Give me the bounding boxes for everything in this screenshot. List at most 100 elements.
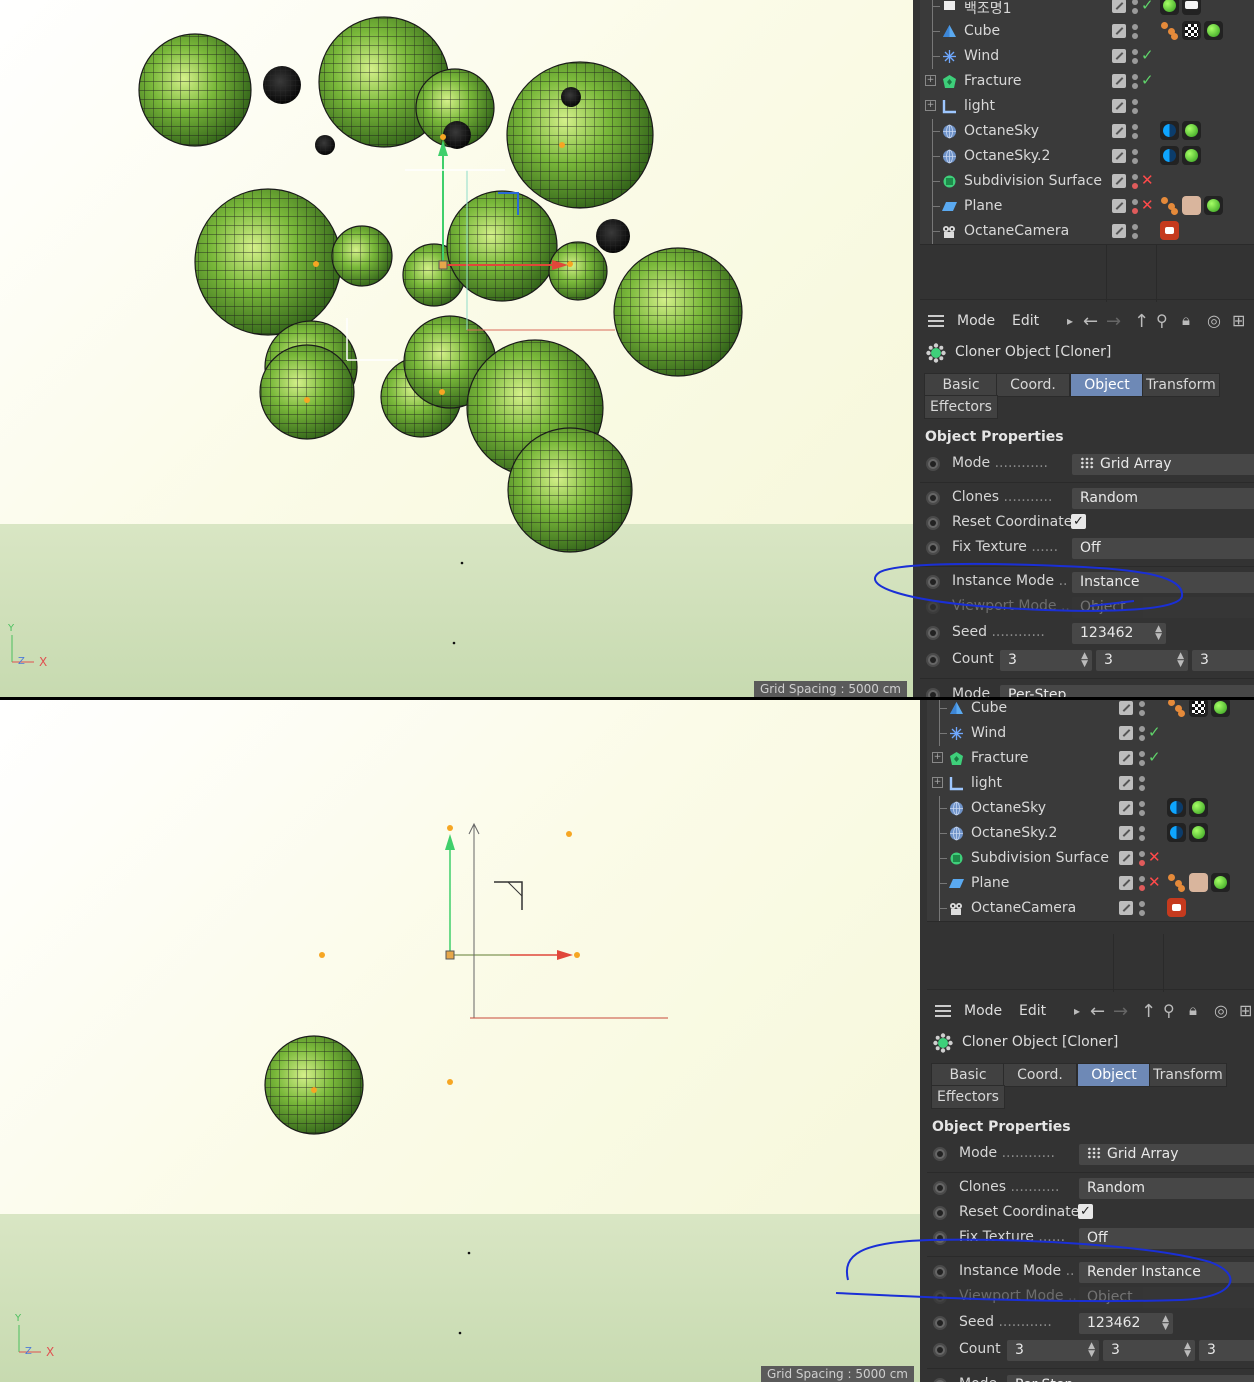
count-input-3[interactable]: 3 <box>1192 650 1254 671</box>
tab-coord[interactable]: Coord. <box>996 373 1070 397</box>
tab-transform[interactable]: Transform <box>1149 1063 1227 1087</box>
count-input-2[interactable]: 3 ▲ ▼ <box>1103 1340 1195 1361</box>
layer-edit-icon[interactable] <box>1119 801 1133 815</box>
green-material-icon[interactable] <box>1189 823 1208 842</box>
object-material-tag[interactable] <box>1167 873 1186 892</box>
enabled-check-icon[interactable]: ✓ <box>1141 46 1154 64</box>
blue-tag-icon[interactable] <box>1160 121 1179 140</box>
layer-edit-icon[interactable] <box>1112 149 1126 163</box>
object-name[interactable]: light <box>964 98 995 114</box>
object-name[interactable]: OctaneSky.2 <box>971 825 1057 841</box>
object-row[interactable]: + Fracture ✓ <box>920 69 1254 95</box>
visibility-dots-icon[interactable] <box>1132 148 1138 166</box>
layer-edit-icon[interactable] <box>1112 49 1126 63</box>
tab-effectors[interactable]: Effectors <box>931 1085 1005 1109</box>
lock-icon[interactable]: 🔒︎ <box>1182 311 1190 329</box>
animate-radio-icon[interactable] <box>933 1231 947 1245</box>
layer-edit-icon[interactable] <box>1112 124 1126 138</box>
object-name[interactable]: Fracture <box>964 73 1022 89</box>
object-name[interactable]: light <box>971 775 1002 791</box>
count-input-1[interactable]: 3 ▲ ▼ <box>1007 1340 1099 1361</box>
animate-radio-icon[interactable] <box>933 1206 947 1220</box>
layer-edit-icon[interactable] <box>1119 901 1133 915</box>
visibility-dots-icon[interactable] <box>1139 700 1145 718</box>
object-row[interactable]: OctaneSky <box>927 796 1254 822</box>
animate-radio-icon[interactable] <box>926 516 940 530</box>
object-name[interactable]: Cube <box>964 23 1000 39</box>
object-name[interactable]: 백조명1 <box>964 0 1012 18</box>
hamburger-menu-icon[interactable] <box>935 1005 951 1017</box>
animate-radio-icon[interactable] <box>933 1147 947 1161</box>
clones-dropdown[interactable]: Random <box>1072 488 1254 509</box>
animate-radio-icon[interactable] <box>933 1265 947 1279</box>
object-row[interactable]: OctaneSky.2 <box>920 144 1254 170</box>
object-name[interactable]: Cube <box>971 700 1007 716</box>
layer-edit-icon[interactable] <box>1112 0 1126 13</box>
layer-edit-icon[interactable] <box>1112 99 1126 113</box>
green-material-icon[interactable] <box>1189 798 1208 817</box>
object-name[interactable]: Wind <box>971 725 1006 741</box>
instance-mode-dropdown[interactable]: Instance <box>1072 572 1254 593</box>
layer-edit-icon[interactable] <box>1119 751 1133 765</box>
search-icon[interactable]: ⚲ <box>1163 1001 1175 1020</box>
stepper-icon[interactable]: ▲ ▼ <box>1162 1315 1169 1332</box>
object-name[interactable]: OctaneCamera <box>964 223 1069 239</box>
enabled-check-icon[interactable]: ✓ <box>1141 71 1154 89</box>
mode-step-dropdown[interactable]: Per-Step <box>1007 1375 1254 1382</box>
layer-edit-icon[interactable] <box>1112 24 1126 38</box>
menu-mode[interactable]: Mode <box>964 1003 1002 1019</box>
layer-edit-icon[interactable] <box>1112 174 1126 188</box>
visibility-dots-icon[interactable] <box>1139 825 1145 843</box>
expand-icon[interactable]: + <box>925 75 936 86</box>
object-name[interactable]: OctaneSky.2 <box>964 148 1050 164</box>
animate-radio-icon[interactable] <box>933 1378 947 1382</box>
blue-tag-icon[interactable] <box>1160 146 1179 165</box>
visibility-dots-icon[interactable] <box>1139 800 1145 818</box>
object-name[interactable]: Subdivision Surface <box>964 173 1102 189</box>
seed-input[interactable]: 123462 ▲ ▼ <box>1072 623 1166 644</box>
object-row[interactable]: + Fracture ✓ <box>927 746 1254 772</box>
hamburger-menu-icon[interactable] <box>928 315 944 327</box>
visibility-dots-icon[interactable] <box>1139 725 1145 743</box>
tab-transform[interactable]: Transform <box>1142 373 1220 397</box>
stepper-icon[interactable]: ▲ ▼ <box>1184 1342 1191 1359</box>
visibility-dots-icon[interactable] <box>1132 223 1138 241</box>
stepper-icon[interactable]: ▲ ▼ <box>1155 625 1162 642</box>
disabled-x-icon[interactable]: ✕ <box>1141 171 1154 189</box>
green-material-icon[interactable] <box>1204 196 1223 215</box>
tab-effectors[interactable]: Effectors <box>924 395 998 419</box>
count-input-3[interactable]: 3 <box>1199 1340 1254 1361</box>
green-material-icon[interactable] <box>1160 0 1179 15</box>
target-icon[interactable]: ◎ <box>1207 311 1221 330</box>
animate-radio-icon[interactable] <box>933 1343 947 1357</box>
green-material-icon[interactable] <box>1204 21 1223 40</box>
blue-tag-icon[interactable] <box>1167 823 1186 842</box>
green-material-icon[interactable] <box>1182 146 1201 165</box>
checker-material-icon[interactable] <box>1189 700 1208 717</box>
reset-coordinates-checkbox[interactable]: ✓ <box>1078 1204 1093 1219</box>
visibility-dots-icon[interactable] <box>1139 875 1145 893</box>
new-panel-icon[interactable]: ⊞ <box>1239 1001 1252 1020</box>
forward-arrow-icon[interactable]: → <box>1113 1001 1128 1022</box>
object-row[interactable]: Subdivision Surface ✕ <box>920 169 1254 195</box>
search-icon[interactable]: ⚲ <box>1156 311 1168 330</box>
menu-mode[interactable]: Mode <box>957 313 995 329</box>
object-name[interactable]: Plane <box>971 875 1009 891</box>
mode-dropdown[interactable]: Grid Array <box>1079 1144 1254 1165</box>
menu-edit[interactable]: Edit <box>1019 1003 1046 1019</box>
object-row[interactable]: OctaneCamera <box>920 219 1254 245</box>
stepper-icon[interactable]: ▲ ▼ <box>1081 652 1088 669</box>
visibility-dots-icon[interactable] <box>1139 900 1145 918</box>
animate-radio-icon[interactable] <box>926 457 940 471</box>
count-input-2[interactable]: 3 ▲ ▼ <box>1096 650 1188 671</box>
green-material-icon[interactable] <box>1182 121 1201 140</box>
visibility-dots-icon[interactable] <box>1132 73 1138 91</box>
stepper-icon[interactable]: ▲ ▼ <box>1177 652 1184 669</box>
object-row[interactable]: OctaneSky <box>920 119 1254 145</box>
visibility-dots-icon[interactable] <box>1139 750 1145 768</box>
object-material-tag[interactable] <box>1160 196 1179 215</box>
object-row[interactable]: + light <box>920 94 1254 120</box>
disabled-x-icon[interactable]: ✕ <box>1148 848 1161 866</box>
layer-edit-icon[interactable] <box>1119 726 1133 740</box>
new-panel-icon[interactable]: ⊞ <box>1232 311 1245 330</box>
